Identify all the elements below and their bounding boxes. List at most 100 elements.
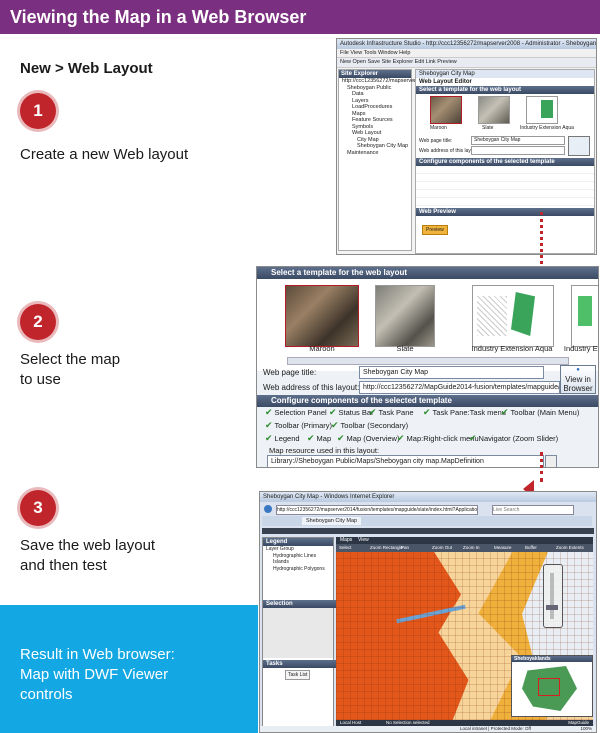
web-preview-title: Web Preview — [416, 208, 594, 216]
web-page-title-input[interactable]: Sheboygan City Map — [359, 366, 544, 379]
result-line2: Map with DWF Viewer — [20, 666, 169, 683]
map-tool-button[interactable]: Zoom Out — [432, 544, 452, 552]
editor-template-strip: Maroon Slate Industry Extension Aqua — [416, 94, 594, 136]
map-tool-button[interactable]: Zoom In — [463, 544, 480, 552]
component-checkbox[interactable]: Map — [307, 433, 332, 444]
template-industry-ext[interactable] — [571, 285, 598, 347]
browser-window-screenshot: Sheboygan City Map - Windows Internet Ex… — [259, 491, 597, 733]
component-checkbox[interactable]: Map (Overview) — [337, 433, 400, 444]
legend-item[interactable]: Hydrographic Polygons — [263, 566, 333, 573]
step-2-text: Select the map to use — [20, 350, 120, 390]
template-panel-header: Select a template for the web layout — [257, 267, 598, 279]
step-3-badge: 3 — [20, 490, 56, 526]
map-resource-browse-button[interactable] — [545, 455, 557, 467]
zoom-slider[interactable] — [543, 564, 563, 628]
component-checkbox[interactable]: Status Bar — [329, 407, 374, 418]
map-tab-maps[interactable]: Maps — [340, 537, 352, 544]
browser-statusbar: Local intranet | Protected Mode: Off 100… — [260, 726, 596, 732]
preview-button[interactable]: Preview — [422, 225, 448, 235]
map-resource-label: Map resource used in this layout: — [269, 446, 380, 455]
browser-zoom[interactable]: 100% — [580, 726, 592, 732]
overview-label: Sheboyaklands — [512, 656, 592, 662]
section-heading: New > Web Layout — [20, 60, 153, 77]
template-scrollbar[interactable] — [287, 357, 569, 365]
browser-address-bar[interactable]: http://ccc12356272/mapserver2014/fusion/… — [276, 505, 478, 515]
map-tool-button[interactable]: Zoom Rectangle — [370, 544, 403, 552]
legend-list[interactable]: Layer Group Hydrographic Lines Islands Hydr… — [263, 546, 333, 572]
template-thumb-maroon[interactable] — [430, 96, 462, 124]
template-thumb-aqua[interactable] — [526, 96, 558, 124]
map-tab-view[interactable]: View — [358, 537, 369, 544]
result-text: Result in Web browser: Map with DWF View… — [20, 645, 250, 705]
component-checkbox[interactable]: Task Pane — [369, 407, 414, 418]
map-resource-select[interactable]: Library://Sheboygan Public/Maps/Sheboyga… — [267, 455, 544, 467]
template-label-slate: Slate — [396, 344, 414, 353]
selection-title: Selection — [263, 600, 336, 608]
template-selection-screenshot: Select a template for the web layout Mar… — [256, 266, 599, 468]
view-in-browser-line2: Browser — [563, 384, 593, 393]
browser-search-box[interactable]: Live Search — [492, 505, 574, 515]
step-3-line1: Save the web layout — [20, 537, 156, 554]
globe-icon: ● — [576, 367, 580, 373]
web-page-title-input[interactable]: Sheboygan City Map — [471, 136, 565, 145]
studio-menubar[interactable]: File View Tools Window Help — [337, 49, 596, 58]
editor-components-list[interactable] — [416, 166, 594, 206]
selection-area — [263, 608, 333, 658]
web-page-title-label: Web page title: — [263, 368, 317, 377]
site-explorer-tree[interactable]: http://ccc12356272/mapserver2008 Sheboyga… — [339, 78, 428, 157]
map-toolbar: Select Zoom Rectangle Pan Zoom Out Zoom In Me… — [336, 544, 593, 552]
component-checkbox[interactable]: Toolbar (Main Menu) — [501, 407, 580, 418]
map-tool-button[interactable]: Select — [339, 544, 352, 552]
component-checkbox[interactable]: Legend — [265, 433, 300, 444]
site-explorer-item[interactable]: Maintenance — [339, 150, 411, 157]
web-address-field[interactable] — [471, 146, 565, 155]
site-explorer-panel: Site Explorer http://ccc12356272/mapserv… — [338, 69, 428, 251]
map-view[interactable]: Sheboyaklands — [336, 552, 593, 720]
component-checkbox[interactable]: Selection Panel — [265, 407, 327, 418]
component-checkbox[interactable]: Map:Right-click menu — [397, 433, 479, 444]
browser-titlebar: Sheboygan City Map - Windows Internet Ex… — [260, 492, 596, 502]
studio-window-screenshot: Autodesk Infrastructure Studio - http://… — [336, 38, 597, 255]
app-header-strip — [262, 528, 594, 534]
editor-section2-title: Configure components of the selected tem… — [416, 158, 594, 166]
component-checkbox[interactable]: Toolbar (Secondary) — [331, 420, 409, 431]
map-tool-button[interactable]: Pan — [401, 544, 409, 552]
overview-map[interactable]: Sheboyaklands — [511, 655, 593, 717]
template-maroon[interactable] — [285, 285, 359, 347]
web-address-label: Web address of this layout: — [263, 383, 360, 392]
components-header: Configure components of the selected tem… — [257, 395, 598, 407]
result-line3: controls — [20, 686, 73, 703]
template-thumb-slate[interactable] — [478, 96, 510, 124]
map-tool-button[interactable]: Buffer — [525, 544, 537, 552]
result-line1: Result in Web browser: — [20, 646, 175, 663]
studio-toolbar[interactable]: New Open Save Site Explorer Edit Link Pr… — [337, 58, 596, 68]
title-banner: Viewing the Map in a Web Browser — [0, 0, 600, 34]
editor-section1-title: Select a template for the web layout — [416, 86, 594, 94]
template-label-maroon: Maroon — [309, 344, 335, 353]
browser-zone: Local intranet | Protected Mode: Off — [460, 726, 531, 731]
template-label-slate: Slate — [482, 125, 494, 131]
task-list-button[interactable]: Task List — [285, 670, 311, 680]
view-in-browser-button-small[interactable] — [568, 136, 590, 156]
template-industry-aqua[interactable] — [472, 285, 554, 347]
component-checkbox[interactable]: Task Pane:Task menu — [423, 407, 506, 418]
template-label-aqua: Industry Extension Aqua — [520, 125, 574, 131]
component-checkbox[interactable]: Navigator (Zoom Slider) — [469, 433, 559, 444]
template-label-maroon: Maroon — [430, 125, 447, 131]
editor-tab[interactable]: Sheboygan City Map — [416, 70, 594, 78]
component-checkbox[interactable]: Toolbar (Primary) — [265, 420, 333, 431]
step-3-line2: and then test — [20, 557, 107, 574]
site-explorer-item[interactable]: http://ccc12356272/mapserver2008 — [339, 78, 428, 85]
map-tool-button[interactable]: Zoom Extents — [556, 544, 584, 552]
zoom-slider-thumb[interactable] — [546, 605, 558, 610]
legend-title: Legend — [263, 538, 333, 546]
tasks-title: Tasks — [263, 660, 336, 668]
template-slate[interactable] — [375, 285, 435, 347]
map-tool-button[interactable]: Measure — [494, 544, 512, 552]
back-icon[interactable] — [264, 505, 272, 513]
banner-title: Viewing the Map in a Web Browser — [10, 7, 307, 27]
browser-tab[interactable]: Sheboygan City Map — [302, 517, 362, 525]
view-in-browser-button[interactable]: ● View in Browser — [560, 365, 596, 394]
web-address-input[interactable]: http://ccc12356272/MapGuide2014-fusion/t… — [359, 381, 560, 394]
web-preview-area: Preview — [416, 216, 594, 235]
